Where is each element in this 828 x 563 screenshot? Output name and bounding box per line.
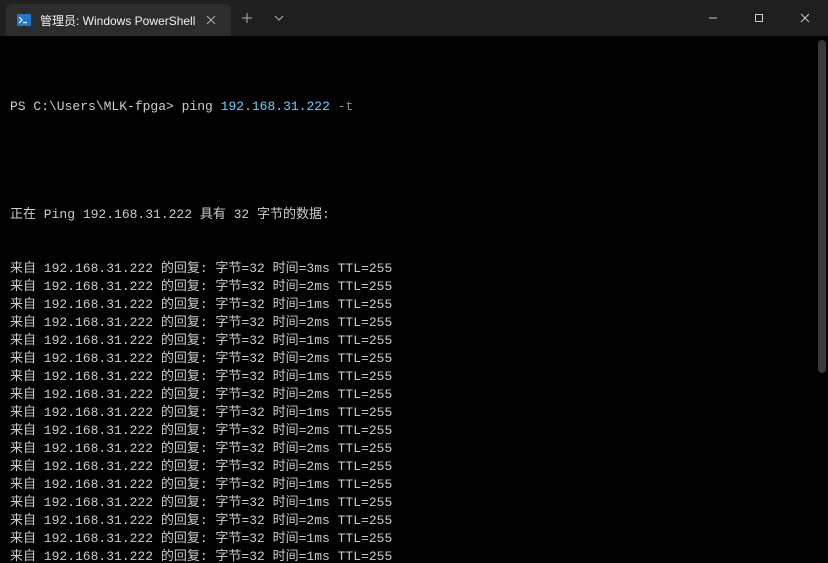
titlebar-drag-area[interactable] — [295, 0, 690, 36]
window-titlebar: 管理员: Windows PowerShell — [0, 0, 828, 36]
close-button[interactable] — [782, 0, 828, 36]
terminal-output[interactable]: PS C:\Users\MLK-fpga> ping 192.168.31.22… — [0, 36, 828, 563]
tab-close-button[interactable] — [203, 12, 219, 28]
ping-reply-line: 来自 192.168.31.222 的回复: 字节=32 时间=1ms TTL=… — [10, 332, 818, 350]
tab-dropdown-button[interactable] — [263, 0, 295, 36]
ping-reply-line: 来自 192.168.31.222 的回复: 字节=32 时间=1ms TTL=… — [10, 548, 818, 563]
ping-reply-line: 来自 192.168.31.222 的回复: 字节=32 时间=2ms TTL=… — [10, 350, 818, 368]
ping-reply-line: 来自 192.168.31.222 的回复: 字节=32 时间=2ms TTL=… — [10, 386, 818, 404]
ping-reply-line: 来自 192.168.31.222 的回复: 字节=32 时间=2ms TTL=… — [10, 314, 818, 332]
ping-reply-line: 来自 192.168.31.222 的回复: 字节=32 时间=1ms TTL=… — [10, 530, 818, 548]
ping-reply-line: 来自 192.168.31.222 的回复: 字节=32 时间=1ms TTL=… — [10, 494, 818, 512]
new-tab-button[interactable] — [231, 0, 263, 36]
prompt-line: PS C:\Users\MLK-fpga> ping 192.168.31.22… — [10, 98, 818, 116]
ping-reply-line: 来自 192.168.31.222 的回复: 字节=32 时间=1ms TTL=… — [10, 476, 818, 494]
ping-reply-line: 来自 192.168.31.222 的回复: 字节=32 时间=2ms TTL=… — [10, 440, 818, 458]
tab-active[interactable]: 管理员: Windows PowerShell — [6, 4, 231, 36]
ping-reply-line: 来自 192.168.31.222 的回复: 字节=32 时间=1ms TTL=… — [10, 368, 818, 386]
ping-reply-line: 来自 192.168.31.222 的回复: 字节=32 时间=3ms TTL=… — [10, 260, 818, 278]
ping-intro: 正在 Ping 192.168.31.222 具有 32 字节的数据: — [10, 206, 818, 224]
ping-reply-line: 来自 192.168.31.222 的回复: 字节=32 时间=1ms TTL=… — [10, 404, 818, 422]
powershell-icon — [16, 12, 32, 28]
ping-replies: 来自 192.168.31.222 的回复: 字节=32 时间=3ms TTL=… — [10, 260, 818, 563]
ping-reply-line: 来自 192.168.31.222 的回复: 字节=32 时间=2ms TTL=… — [10, 422, 818, 440]
blank-line — [10, 152, 818, 170]
ping-reply-line: 来自 192.168.31.222 的回复: 字节=32 时间=2ms TTL=… — [10, 458, 818, 476]
ping-reply-line: 来自 192.168.31.222 的回复: 字节=32 时间=2ms TTL=… — [10, 512, 818, 530]
tab-title: 管理员: Windows PowerShell — [40, 12, 195, 29]
scrollbar[interactable] — [818, 40, 826, 373]
maximize-button[interactable] — [736, 0, 782, 36]
ping-reply-line: 来自 192.168.31.222 的回复: 字节=32 时间=2ms TTL=… — [10, 278, 818, 296]
minimize-button[interactable] — [690, 0, 736, 36]
ping-reply-line: 来自 192.168.31.222 的回复: 字节=32 时间=1ms TTL=… — [10, 296, 818, 314]
